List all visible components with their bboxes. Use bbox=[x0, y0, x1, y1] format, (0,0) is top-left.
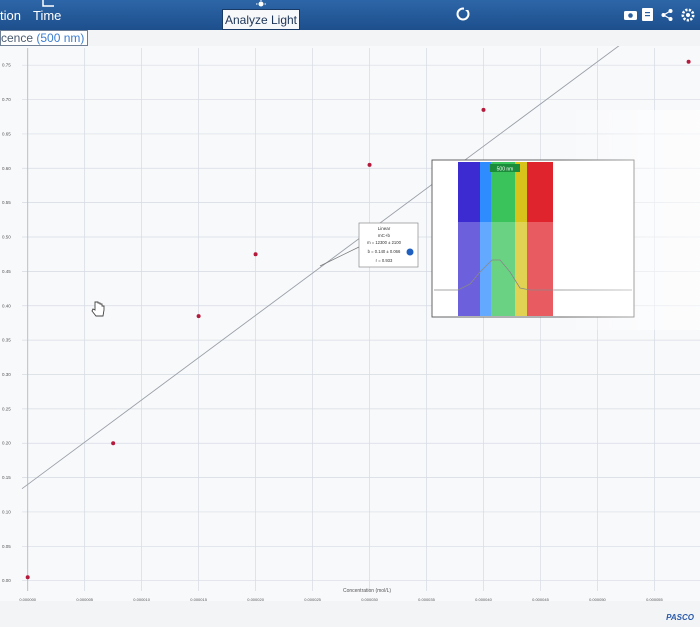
y-tick-label: 0.35 bbox=[2, 338, 11, 343]
app-window: tion Time Analyze Light cence (500 nm) 0… bbox=[0, 0, 700, 627]
data-point[interactable] bbox=[481, 107, 486, 112]
fit-title: Linear bbox=[378, 226, 391, 231]
hand-cursor-icon bbox=[91, 301, 105, 317]
y-tick-label: 0.60 bbox=[2, 166, 11, 171]
camera-icon[interactable] bbox=[624, 9, 637, 20]
y-tick-label: 0.40 bbox=[2, 303, 11, 308]
x-axis-ticks: 0.000000 0.000005 0.000010 0.000015 0.000020… bbox=[19, 597, 663, 602]
analyze-light-button[interactable]: Analyze Light bbox=[222, 9, 300, 30]
x-tick-label: 0.000015 bbox=[190, 597, 207, 601]
scatter-chart[interactable]: 0.00 0.05 0.10 0.15 0.20 0.25 0.30 0.35 0.40 0.45… bbox=[0, 0, 700, 602]
y-tick-label: 0.05 bbox=[2, 544, 11, 549]
tab-time[interactable]: Time bbox=[33, 8, 61, 23]
y-tick-label: 0.30 bbox=[2, 372, 11, 377]
x-tick-label: 0.000025 bbox=[304, 597, 321, 601]
y-tick-label: 0.10 bbox=[2, 509, 11, 514]
refresh-icon[interactable] bbox=[455, 6, 471, 22]
y-tick-label: 0.70 bbox=[2, 97, 11, 102]
y-axis-label-unit: (500 nm) bbox=[36, 31, 85, 45]
y-tick-label: 0.50 bbox=[2, 235, 11, 240]
y-axis-label-text: cence bbox=[1, 31, 34, 45]
spectrum-inset[interactable]: 500 nm bbox=[431, 159, 635, 318]
y-tick-label: 0.15 bbox=[2, 475, 11, 480]
y-tick-label: 0.65 bbox=[2, 131, 11, 136]
x-tick-label: 0.000020 bbox=[247, 597, 264, 601]
fit-slope: m = 12300 ± 2100 bbox=[367, 240, 402, 245]
y-tick-label: 0.55 bbox=[2, 200, 11, 205]
data-points[interactable] bbox=[25, 59, 691, 580]
x-axis-title: Concentration (mol/L) bbox=[343, 588, 391, 594]
graph-area[interactable]: 0.00 0.05 0.10 0.15 0.20 0.25 0.30 0.35 0.40 0.45… bbox=[0, 0, 700, 602]
x-tick-label: 0.000000 bbox=[19, 597, 36, 601]
top-toolbar: tion Time Analyze Light bbox=[0, 0, 700, 30]
wavelength-marker-label[interactable]: 500 nm bbox=[497, 167, 514, 173]
x-tick-label: 0.000040 bbox=[475, 597, 492, 601]
y-tick-label: 0.20 bbox=[2, 441, 11, 446]
x-tick-label: 0.000035 bbox=[418, 597, 435, 601]
data-point[interactable] bbox=[253, 252, 258, 257]
fit-r: r = 0.933 bbox=[376, 258, 393, 263]
data-point[interactable] bbox=[367, 162, 372, 167]
data-point[interactable] bbox=[196, 314, 201, 319]
file-icon[interactable] bbox=[642, 8, 653, 21]
brand-logo: PASCO bbox=[666, 613, 694, 622]
bulb-icon bbox=[256, 0, 266, 7]
settings-icon[interactable] bbox=[681, 8, 695, 22]
share-icon[interactable] bbox=[661, 9, 673, 21]
info-icon[interactable] bbox=[406, 248, 414, 256]
fit-formula: mC+b bbox=[378, 233, 391, 238]
y-tick-label: 0.00 bbox=[2, 578, 11, 583]
x-tick-label: 0.000030 bbox=[361, 597, 378, 601]
x-tick-label: 0.000045 bbox=[532, 597, 549, 601]
data-point[interactable] bbox=[686, 59, 691, 64]
y-axis-ticks: 0.00 0.05 0.10 0.15 0.20 0.25 0.30 0.35 0.40 0.45… bbox=[2, 63, 11, 584]
tab-partial[interactable]: tion bbox=[0, 8, 21, 23]
data-point[interactable] bbox=[25, 575, 30, 580]
x-tick-label: 0.000055 bbox=[646, 597, 663, 601]
y-tick-label: 0.45 bbox=[2, 269, 11, 274]
grid-lines bbox=[22, 48, 700, 591]
x-tick-label: 0.000005 bbox=[76, 597, 93, 601]
y-tick-label: 0.75 bbox=[2, 63, 11, 68]
fit-intercept: b = 0.140 ± 0.066 bbox=[368, 249, 401, 254]
fit-annotation[interactable]: Linear mC+b m = 12300 ± 2100 b = 0.140 ±… bbox=[319, 222, 419, 268]
y-tick-label: 0.25 bbox=[2, 406, 11, 411]
y-axis-measurement-selector[interactable]: cence (500 nm) bbox=[0, 30, 89, 46]
x-tick-label: 0.000050 bbox=[589, 597, 606, 601]
data-point[interactable] bbox=[111, 441, 116, 446]
time-axis-icon[interactable] bbox=[40, 0, 56, 8]
x-tick-label: 0.000010 bbox=[133, 597, 150, 601]
